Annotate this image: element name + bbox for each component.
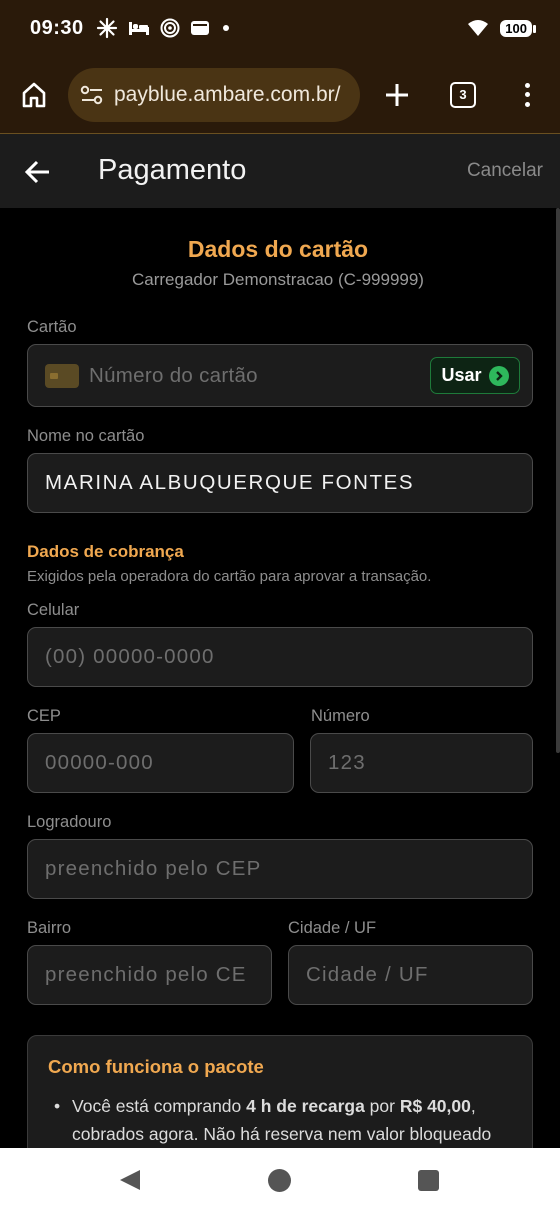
package-info-box: Como funciona o pacote • Você está compr… — [27, 1035, 533, 1148]
tabs-icon[interactable]: 3 — [450, 81, 476, 108]
status-system-icons: 100 — [466, 18, 536, 38]
info-text-prefix: Você está comprando — [72, 1096, 247, 1116]
home-icon[interactable] — [18, 79, 50, 111]
address-bar[interactable]: payblue.ambare.com.br/ — [68, 67, 360, 122]
phone-field[interactable]: (00) 00000-0000 — [27, 627, 533, 687]
name-label: Nome no cartão — [27, 427, 145, 445]
pinwheel-icon — [96, 17, 117, 39]
cancel-button[interactable]: Cancelar — [467, 160, 543, 182]
cep-label: CEP — [27, 707, 61, 725]
district-label: Bairro — [27, 919, 72, 937]
bed-icon — [128, 22, 149, 35]
district-field[interactable]: preenchido pelo CE — [27, 945, 272, 1005]
page-title: Pagamento — [98, 154, 247, 186]
status-bar: 09:30 100 — [0, 0, 560, 56]
chevron-right-icon — [488, 365, 509, 386]
street-label: Logradouro — [27, 813, 112, 831]
info-price: R$ 40,00 — [399, 1096, 471, 1116]
dot-icon — [222, 25, 229, 31]
page-header: Pagamento Cancelar — [0, 134, 560, 208]
package-info-item: • Você está comprando 4 h de recarga por… — [48, 1092, 512, 1148]
street-placeholder: preenchido pelo CEP — [45, 857, 262, 880]
city-field[interactable]: Cidade / UF — [288, 945, 533, 1005]
use-card-label: Usar — [441, 365, 482, 385]
card-section-title: Dados do cartão — [187, 236, 369, 262]
plus-icon[interactable] — [382, 80, 412, 110]
card-label: Cartão — [27, 318, 77, 336]
more-vert-icon[interactable] — [522, 80, 532, 110]
credit-card-icon — [45, 363, 79, 388]
number-label: Número — [311, 707, 370, 725]
site-settings-icon[interactable] — [80, 85, 104, 105]
nav-recents-icon[interactable] — [418, 1170, 439, 1191]
back-arrow-icon[interactable] — [24, 158, 52, 186]
wallet-icon — [190, 21, 209, 35]
battery-icon: 100 — [500, 19, 536, 37]
card-number-placeholder: Número do cartão — [89, 363, 258, 387]
nav-home-icon[interactable] — [268, 1169, 291, 1192]
system-nav-bar — [0, 1148, 560, 1213]
cep-placeholder: 00000-000 — [45, 751, 154, 774]
package-info-title: Como funciona o pacote — [48, 1056, 264, 1077]
district-placeholder: preenchido pelo CE — [45, 963, 247, 986]
city-placeholder: Cidade / UF — [306, 963, 429, 986]
phone-label: Celular — [27, 601, 80, 619]
billing-section-title: Dados de cobrança — [27, 542, 184, 561]
charger-subtitle: Carregador Demonstracao (C-999999) — [132, 270, 424, 289]
status-notification-icons — [96, 17, 232, 39]
street-field[interactable]: preenchido pelo CEP — [27, 839, 533, 899]
bullet: • — [54, 1096, 61, 1116]
info-hours: 4 h de recarga — [246, 1096, 365, 1116]
browser-toolbar: payblue.ambare.com.br/ 3 — [0, 56, 560, 134]
phone-placeholder: (00) 00000-0000 — [45, 645, 215, 668]
wifi-icon — [468, 20, 489, 36]
target-icon — [160, 18, 180, 38]
scrollbar[interactable] — [556, 208, 560, 753]
info-text-mid: por — [364, 1096, 400, 1116]
billing-section-subtitle: Exigidos pela operadora do cartão para a… — [27, 568, 432, 585]
cardholder-name-value: MARINA ALBUQUERQUE FONTES — [45, 471, 415, 494]
cep-field[interactable]: 00000-000 — [27, 733, 294, 793]
cardholder-name-field[interactable]: MARINA ALBUQUERQUE FONTES — [27, 453, 533, 513]
city-label: Cidade / UF — [288, 919, 377, 937]
url-text: payblue.ambare.com.br/ — [114, 82, 341, 106]
number-placeholder: 123 — [328, 751, 366, 774]
number-field[interactable]: 123 — [310, 733, 533, 793]
payment-form: Dados do cartão Carregador Demonstracao … — [0, 208, 556, 1148]
nav-back-icon[interactable] — [120, 1170, 140, 1190]
use-card-button[interactable]: Usar — [430, 357, 520, 394]
card-number-field[interactable]: Número do cartão Usar — [27, 344, 533, 407]
status-time: 09:30 — [30, 16, 84, 39]
